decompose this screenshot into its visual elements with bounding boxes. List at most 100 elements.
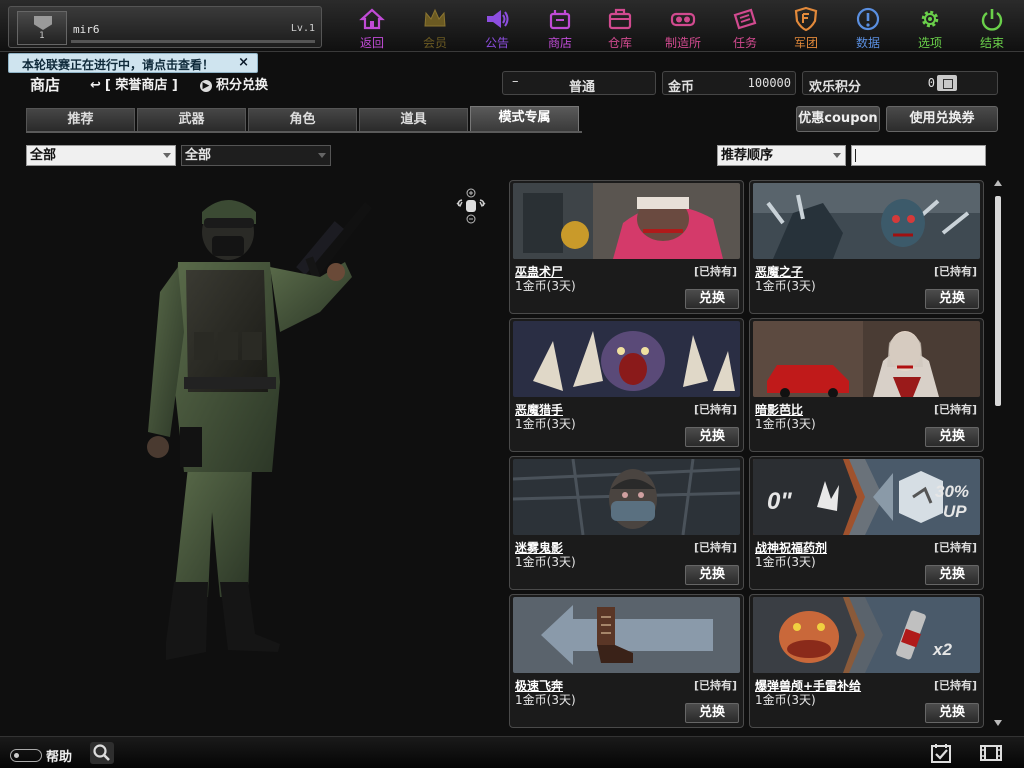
league-notice[interactable]: 本轮联赛正在进行中，请点击查看！ × [8,53,258,73]
nav-options-button[interactable]: 选项 [902,4,958,50]
calendar-check-icon[interactable] [929,741,953,765]
tab-weapons[interactable]: 武器 [137,108,246,132]
mode-display: – 普通 [502,71,656,95]
item-card[interactable]: 恶魔之子 [已持有] 1金币(3天) 兑换 [749,180,984,314]
nav-exit-button[interactable]: 结束 [964,4,1020,50]
nav-back-label: 返回 [359,36,384,50]
rank-number: 1 [39,31,45,41]
nav-announcement-label: 公告 [484,36,509,50]
tab-recommended[interactable]: 推荐 [26,108,135,132]
nav-data-button[interactable]: 数据 [840,4,896,50]
rank-emblem-icon [34,16,52,30]
subcategory-filter-select[interactable]: 全部 [181,145,331,166]
player-name: mir6 [73,23,100,36]
item-grid: 巫蛊术尸 [已持有] 1金币(3天) 兑换 恶魔之子 [已持有] 1金币(3天)… [509,180,985,728]
nav-announcement-button[interactable]: 公告 [469,4,525,50]
item-price: 1金币(3天) [755,555,816,569]
page-title: 商店 [30,76,61,94]
nav-shop-button[interactable]: 商店 [532,4,588,50]
item-price: 1金币(3天) [515,555,576,569]
item-owned-status: [已持有] [933,265,977,278]
item-grid-scrollbar[interactable] [992,180,1004,726]
gold-display: 金币 100000 [662,71,796,95]
item-thumbnail: 0" 30% UP [753,459,980,535]
item-thumbnail [753,183,980,259]
item-card[interactable]: 恶魔猎手 [已持有] 1金币(3天) 兑换 [509,318,744,452]
redeem-voucher-button[interactable]: 使用兑换券 [886,106,998,132]
exchange-button[interactable]: 兑换 [685,427,739,447]
rank-badge: 1 [17,11,67,45]
item-thumbnail [753,321,980,397]
megaphone-icon [487,10,509,28]
item-price: 1金币(3天) [515,279,576,293]
character-preview[interactable] [140,182,390,672]
exchange-button[interactable]: 兑换 [925,289,979,309]
nav-vip-button[interactable]: 会员 [407,4,463,50]
thumb-text-multiplier: x2 [932,640,952,659]
item-owned-status: [已持有] [693,403,737,416]
nav-legion-label: 军团 [793,36,818,50]
nav-workshop-label: 制造所 [664,36,701,50]
points-exchange-link[interactable]: ▶ 积分兑换 [200,74,268,93]
nav-options-label: 选项 [917,36,942,50]
honor-shop-link[interactable]: ↩[ 荣誉商店 ] [90,74,178,93]
item-price: 1金币(3天) [755,417,816,431]
tab-mode-exclusive[interactable]: 模式专属 [470,106,579,132]
help-toggle[interactable]: 帮助 [10,746,72,765]
player-info-panel: 1 mir6 Lv.1 [8,6,322,48]
tab-characters[interactable]: 角色 [248,108,357,132]
nav-warehouse-button[interactable]: 仓库 [592,4,648,50]
nav-exit-label: 结束 [979,36,1004,50]
experience-bar [71,40,315,43]
item-price: 1金币(3天) [755,693,816,707]
shop-icon [549,10,571,30]
exchange-button[interactable]: 兑换 [685,565,739,585]
nav-workshop-button[interactable]: 制造所 [655,4,711,50]
nav-back-button[interactable]: 返回 [344,4,400,50]
chevron-down-icon [833,153,841,158]
league-notice-text: 本轮联赛正在进行中，请点击查看！ [22,58,215,72]
search-button[interactable] [90,742,114,764]
item-card[interactable]: 极速飞奔 [已持有] 1金币(3天) 兑换 [509,594,744,728]
fun-points-display: 欢乐积分 0 [802,71,998,95]
exchange-button[interactable]: 兑换 [685,289,739,309]
nav-mission-button[interactable]: 任务 [717,4,773,50]
item-card[interactable]: 暗影芭比 [已持有] 1金币(3天) 兑换 [749,318,984,452]
tab-divider [26,131,582,133]
exchange-button[interactable]: 兑换 [925,565,979,585]
close-icon[interactable]: × [238,55,249,70]
coupon-button[interactable]: 优惠coupon [796,106,880,132]
item-thumbnail [513,183,740,259]
sort-order-select[interactable]: 推荐顺序 [717,145,846,166]
exchange-button[interactable]: 兑换 [925,427,979,447]
item-card[interactable]: 迷雾鬼影 [已持有] 1金币(3天) 兑换 [509,456,744,590]
chevron-down-icon [318,153,326,158]
item-card[interactable]: x2 爆弹兽颅+手雷补给 [已持有] 1金币(3天) 兑换 [749,594,984,728]
fun-points-detail-icon[interactable] [937,75,957,91]
bag-icon [608,8,632,30]
item-card[interactable]: 巫蛊术尸 [已持有] 1金币(3天) 兑换 [509,180,744,314]
exchange-button[interactable]: 兑换 [685,703,739,723]
tab-items[interactable]: 道具 [359,108,468,132]
film-icon[interactable] [979,741,1003,765]
scrollbar-thumb[interactable] [995,196,1001,406]
mode-dash: – [512,74,519,89]
item-card[interactable]: 0" 30% UP 战神祝福药剂 [已持有] 1金币(3天) 兑换 [749,456,984,590]
item-thumbnail [513,597,740,673]
scroll-down-icon[interactable] [994,720,1002,726]
fun-points-value: 0 [927,76,935,90]
scroll-up-icon[interactable] [994,180,1002,186]
nav-legion-button[interactable]: 军团 [778,4,834,50]
search-input[interactable] [851,145,986,166]
item-owned-status: [已持有] [933,679,977,692]
toggle-icon [10,749,42,762]
crown-icon [424,8,446,27]
player-level: Lv.1 [290,23,315,34]
exchange-button[interactable]: 兑换 [925,703,979,723]
item-owned-status: [已持有] [693,541,737,554]
rotate-zoom-control[interactable] [454,188,488,224]
category-filter-select[interactable]: 全部 [26,145,176,166]
return-arrow-icon: ↩ [90,78,101,93]
top-bar: 1 mir6 Lv.1 返回 会员 公告 商店 仓库 制造所 任务 军团 数据 [0,0,1024,52]
item-thumbnail [513,321,740,397]
